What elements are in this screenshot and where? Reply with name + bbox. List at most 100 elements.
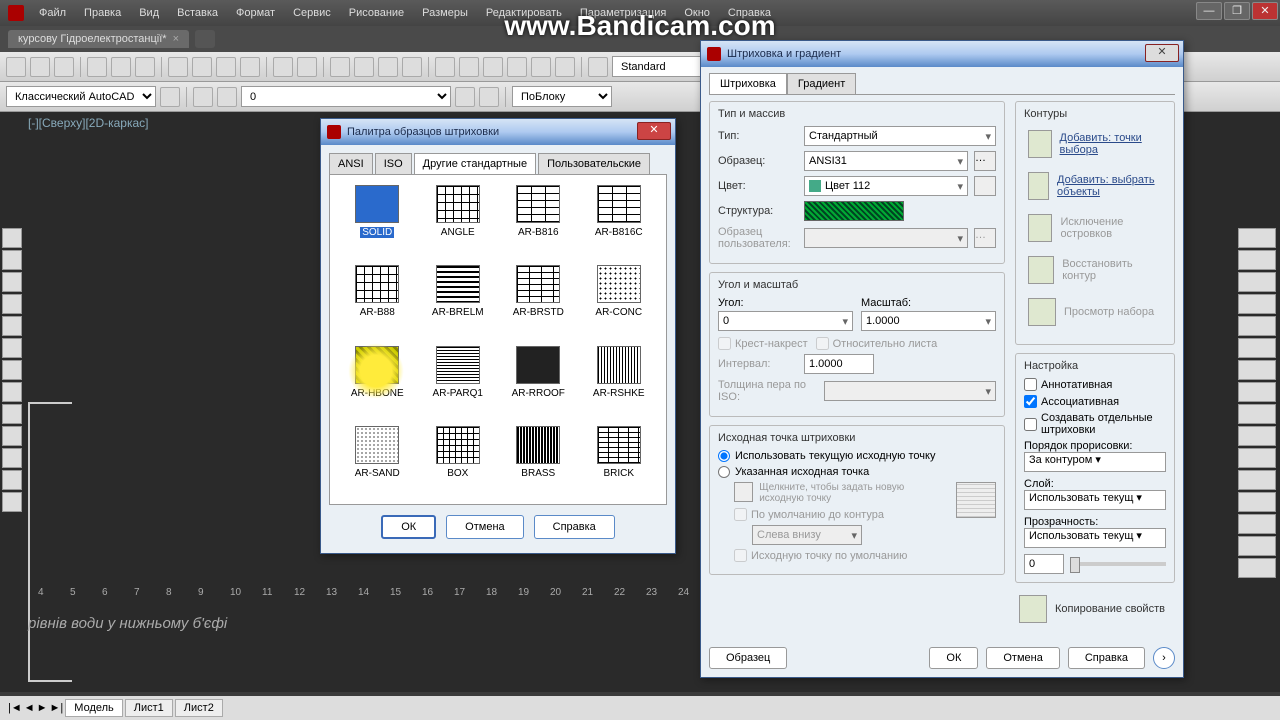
add-points-button[interactable]: Добавить: точки выбора — [1024, 126, 1166, 162]
color-select[interactable]: Цвет 112▾ — [804, 176, 968, 196]
swatch-box[interactable]: BOX — [421, 426, 496, 494]
stretch-tool-icon[interactable] — [1238, 404, 1276, 424]
add-objects-button[interactable]: Добавить: выбрать объекты — [1024, 168, 1166, 204]
swatch-arrshke[interactable]: AR-RSHKE — [582, 346, 657, 414]
transparency-input[interactable] — [1024, 554, 1064, 574]
close-icon[interactable]: ✕ — [1145, 44, 1179, 62]
preview-button[interactable]: Образец — [709, 647, 787, 669]
tab-nav-last-icon[interactable]: ►| — [50, 702, 64, 714]
layer-filter-icon[interactable] — [217, 87, 237, 107]
menu-edit[interactable]: Правка — [75, 7, 130, 19]
layer-prev-icon[interactable] — [455, 87, 475, 107]
polygon-tool-icon[interactable] — [2, 272, 22, 292]
tab-model[interactable]: Модель — [65, 699, 122, 717]
menu-view[interactable]: Вид — [130, 7, 168, 19]
cut-icon[interactable] — [168, 57, 188, 77]
move-tool-icon[interactable] — [1238, 338, 1276, 358]
close-icon[interactable]: ✕ — [637, 122, 671, 140]
pan-icon[interactable] — [330, 57, 350, 77]
text-icon[interactable] — [588, 57, 608, 77]
swatch-arsand[interactable]: AR-SAND — [340, 426, 415, 494]
viewport-label[interactable]: [-][Сверху][2D-каркас] — [28, 116, 149, 130]
menu-modify[interactable]: Редактировать — [477, 7, 571, 19]
minimize-icon[interactable]: ― — [1196, 2, 1222, 20]
maximize-icon[interactable]: ❐ — [1224, 2, 1250, 20]
menu-insert[interactable]: Вставка — [168, 7, 227, 19]
structure-preview[interactable] — [804, 201, 904, 221]
annotative-checkbox[interactable] — [1024, 378, 1037, 391]
undo-icon[interactable] — [273, 57, 293, 77]
doc-tab[interactable]: курсову Гідроелектростанції* × — [8, 30, 189, 48]
angle-select[interactable]: 0▾ — [718, 311, 853, 331]
tab-nav-first-icon[interactable]: |◄ — [8, 702, 22, 714]
layer-state-icon[interactable] — [479, 87, 499, 107]
spline-tool-icon[interactable] — [2, 360, 22, 380]
circle-tool-icon[interactable] — [2, 338, 22, 358]
rect-tool-icon[interactable] — [2, 294, 22, 314]
close-tab-icon[interactable]: × — [173, 33, 179, 45]
layer-select[interactable]: 0 — [241, 86, 451, 107]
new-icon[interactable] — [6, 57, 26, 77]
menu-format[interactable]: Формат — [227, 7, 284, 19]
open-icon[interactable] — [30, 57, 50, 77]
layer-select[interactable]: Использовать текущ ▾ — [1024, 490, 1166, 510]
markup-icon[interactable] — [531, 57, 551, 77]
close-icon[interactable]: ✕ — [1252, 2, 1278, 20]
region-tool-icon[interactable] — [2, 448, 22, 468]
draw-order-select[interactable]: За контуром ▾ — [1024, 452, 1166, 472]
zoom-prev-icon[interactable] — [402, 57, 422, 77]
expand-dialog-button[interactable]: › — [1153, 647, 1175, 669]
props-icon[interactable] — [435, 57, 455, 77]
swatch-arrroof[interactable]: AR-RROOF — [501, 346, 576, 414]
rotate-tool-icon[interactable] — [1238, 360, 1276, 380]
menu-tools[interactable]: Сервис — [284, 7, 340, 19]
copy-tool-icon[interactable] — [1238, 250, 1276, 270]
tab-nav-prev-icon[interactable]: ◄ — [24, 702, 35, 714]
pline-tool-icon[interactable] — [2, 250, 22, 270]
tab-layout2[interactable]: Лист2 — [175, 699, 223, 717]
cancel-button[interactable]: Отмена — [446, 515, 523, 539]
trim-tool-icon[interactable] — [1238, 426, 1276, 446]
extend-tool-icon[interactable] — [1238, 448, 1276, 468]
swatch-arconc[interactable]: AR-CONC — [582, 265, 657, 333]
transparency-select[interactable]: Использовать текущ ▾ — [1024, 528, 1166, 548]
menu-param[interactable]: Параметризация — [571, 7, 675, 19]
pattern-select[interactable]: ANSI31▾ — [804, 151, 968, 171]
cancel-button[interactable]: Отмена — [986, 647, 1059, 669]
join-tool-icon[interactable] — [1238, 492, 1276, 512]
erase-tool-icon[interactable] — [1238, 228, 1276, 248]
mirror-tool-icon[interactable] — [1238, 272, 1276, 292]
save-icon[interactable] — [54, 57, 74, 77]
swatch-brick[interactable]: BRICK — [582, 426, 657, 494]
copy-icon[interactable] — [192, 57, 212, 77]
swatch-angle[interactable]: ANGLE — [421, 185, 496, 253]
tab-gradient[interactable]: Градиент — [787, 73, 856, 94]
print-icon[interactable] — [87, 57, 107, 77]
ellipse-tool-icon[interactable] — [2, 382, 22, 402]
menu-file[interactable]: Файл — [30, 7, 75, 19]
tab-iso[interactable]: ISO — [375, 153, 412, 174]
chamfer-tool-icon[interactable] — [1238, 514, 1276, 534]
tab-user[interactable]: Пользовательские — [538, 153, 650, 174]
tab-ansi[interactable]: ANSI — [329, 153, 373, 174]
swatch-arbrstd[interactable]: AR-BRSTD — [501, 265, 576, 333]
inherit-properties-button[interactable]: Копирование свойств — [1015, 591, 1175, 627]
color-select[interactable]: ПоБлоку — [512, 86, 612, 107]
menu-draw[interactable]: Рисование — [340, 7, 413, 19]
paste-icon[interactable] — [216, 57, 236, 77]
swatch-arparq1[interactable]: AR-PARQ1 — [421, 346, 496, 414]
pattern-browse-button[interactable]: … — [974, 151, 996, 171]
designcenter-icon[interactable] — [459, 57, 479, 77]
menu-help[interactable]: Справка — [719, 7, 780, 19]
associative-checkbox[interactable] — [1024, 395, 1037, 408]
mtext-tool-icon[interactable] — [2, 492, 22, 512]
swatch-arb816[interactable]: AR-B816 — [501, 185, 576, 253]
menu-window[interactable]: Окно — [675, 7, 719, 19]
separate-checkbox[interactable] — [1024, 418, 1037, 431]
line-tool-icon[interactable] — [2, 228, 22, 248]
preview-icon[interactable] — [111, 57, 131, 77]
swatch-arbrelm[interactable]: AR-BRELM — [421, 265, 496, 333]
new-tab-button[interactable] — [195, 30, 215, 48]
break-tool-icon[interactable] — [1238, 470, 1276, 490]
publish-icon[interactable] — [135, 57, 155, 77]
